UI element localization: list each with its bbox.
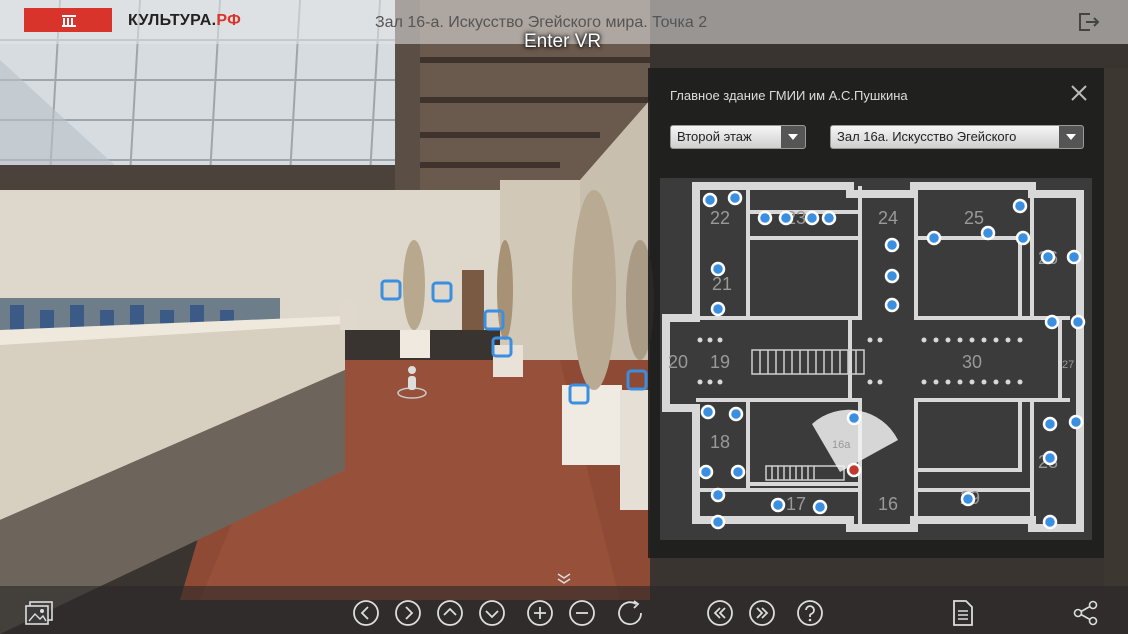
- current-point-marker: [846, 462, 862, 478]
- map-hotspot[interactable]: [1042, 450, 1058, 466]
- zoom-out-button[interactable]: [568, 599, 595, 626]
- arrow-left-icon: [353, 600, 379, 626]
- chevron-down-icon: [781, 126, 805, 148]
- room-label: 19: [710, 352, 730, 372]
- pan-left-button[interactable]: [352, 599, 379, 626]
- map-hotspot[interactable]: [884, 297, 900, 313]
- map-hotspot[interactable]: [698, 464, 714, 480]
- room-label: 22: [710, 208, 730, 228]
- map-hotspot[interactable]: [1068, 414, 1084, 430]
- share-button[interactable]: [1072, 599, 1098, 626]
- chevron-down-icon: [1059, 126, 1083, 148]
- next-point-button[interactable]: [748, 599, 775, 626]
- map-hotspot[interactable]: [727, 190, 743, 206]
- room-label: 16а: [832, 439, 851, 451]
- room-label: 18: [710, 432, 730, 452]
- map-hotspot[interactable]: [1042, 416, 1058, 432]
- floor-plan: 22 23 24 25 26 21 20 19 30 27 18 16а 28 …: [660, 178, 1092, 540]
- pan-up-button[interactable]: [436, 599, 463, 626]
- map-hotspot[interactable]: [926, 230, 942, 246]
- share-icon: [1073, 600, 1098, 626]
- previous-point-button[interactable]: [706, 599, 733, 626]
- room-label: 16: [878, 494, 898, 514]
- map-hotspot[interactable]: [1042, 514, 1058, 530]
- map-hotspot[interactable]: [702, 192, 718, 208]
- room-label: 21: [712, 274, 732, 294]
- auto-rotate-button[interactable]: [616, 599, 642, 626]
- rotate-icon: [618, 600, 642, 626]
- logo-text[interactable]: КУЛЬТУРА.РФ: [128, 12, 241, 30]
- map-hotspot[interactable]: [960, 491, 976, 507]
- map-hotspot[interactable]: [710, 301, 726, 317]
- map-hotspot[interactable]: [1012, 198, 1028, 214]
- room-label: 27: [1062, 359, 1074, 371]
- arrow-up-icon: [437, 600, 463, 626]
- map-hotspot[interactable]: [728, 406, 744, 422]
- room-label: 25: [964, 208, 984, 228]
- map-hotspot[interactable]: [1066, 249, 1082, 265]
- zoom-out-icon: [569, 600, 595, 626]
- map-hotspot[interactable]: [812, 499, 828, 515]
- next-point-icon: [749, 600, 775, 626]
- collapse-toolbar-button[interactable]: [540, 570, 588, 586]
- museum-icon: [62, 15, 76, 27]
- pan-right-button[interactable]: [394, 599, 421, 626]
- room-label: 20: [668, 352, 688, 372]
- room-label: 17: [786, 494, 806, 514]
- document-icon: [953, 600, 973, 626]
- close-map-button[interactable]: [1068, 82, 1090, 104]
- map-hotspot[interactable]: [710, 487, 726, 503]
- room-label: 24: [878, 208, 898, 228]
- zoom-in-button[interactable]: [526, 599, 553, 626]
- map-hotspot[interactable]: [710, 261, 726, 277]
- map-hotspot[interactable]: [846, 410, 862, 426]
- map-hotspot[interactable]: [778, 210, 794, 226]
- floor-map-panel: Главное здание ГМИИ им А.С.Пушкина Второ…: [648, 68, 1104, 558]
- map-hotspot[interactable]: [884, 237, 900, 253]
- culture-logo[interactable]: [24, 8, 112, 32]
- exit-button[interactable]: [1076, 10, 1102, 34]
- exit-icon: [1079, 13, 1100, 31]
- hall-select[interactable]: Зал 16а. Искусство Эгейского: [830, 125, 1084, 149]
- map-title: Главное здание ГМИИ им А.С.Пушкина: [670, 88, 908, 103]
- gallery-icon: [25, 601, 53, 625]
- previous-point-icon: [707, 600, 733, 626]
- map-hotspot[interactable]: [1070, 314, 1086, 330]
- page-title: Зал 16-а. Искусство Эгейского мира. Точк…: [375, 14, 708, 31]
- map-hotspot[interactable]: [980, 225, 996, 241]
- help-icon: [797, 600, 823, 626]
- map-hotspot[interactable]: [757, 210, 773, 226]
- enter-vr-button[interactable]: Enter VR: [524, 31, 601, 53]
- map-hotspot[interactable]: [804, 210, 820, 226]
- chevron-down-double-icon: [557, 573, 571, 584]
- map-hotspot[interactable]: [884, 268, 900, 284]
- help-button[interactable]: [796, 599, 823, 626]
- zoom-in-icon: [527, 600, 553, 626]
- arrow-down-icon: [479, 600, 505, 626]
- room-label: 30: [962, 352, 982, 372]
- info-button[interactable]: [950, 599, 976, 626]
- map-hotspot[interactable]: [770, 497, 786, 513]
- map-hotspot[interactable]: [1015, 230, 1031, 246]
- pan-down-button[interactable]: [478, 599, 505, 626]
- close-icon: [1071, 85, 1087, 101]
- floor-select[interactable]: Второй этаж: [670, 125, 806, 149]
- map-hotspot[interactable]: [1040, 249, 1056, 265]
- map-hotspot[interactable]: [710, 514, 726, 530]
- map-hotspot[interactable]: [700, 404, 716, 420]
- map-hotspot[interactable]: [1044, 314, 1060, 330]
- map-hotspot[interactable]: [821, 210, 837, 226]
- map-hotspot[interactable]: [730, 464, 746, 480]
- arrow-right-icon: [395, 600, 421, 626]
- gallery-button[interactable]: [24, 599, 53, 625]
